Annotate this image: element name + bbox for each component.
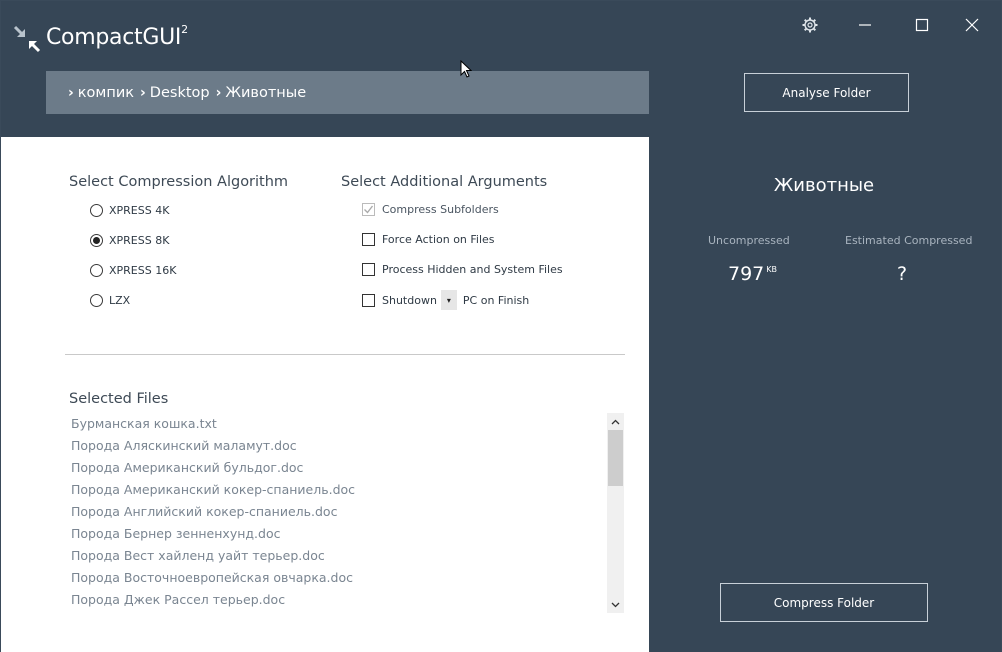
list-item[interactable]: Порода Джек Рассел терьер.doc (65, 589, 607, 611)
breadcrumb-item[interactable]: › Животные (216, 85, 307, 101)
list-item[interactable]: Порода Американский кокер-спаниель.doc (65, 479, 607, 501)
breadcrumb-item[interactable]: › Desktop (140, 85, 210, 101)
radio-label: XPRESS 4K (109, 204, 170, 217)
list-item[interactable]: Порода Американский бульдог.doc (65, 457, 607, 479)
checkbox-compress-subfolders[interactable]: Compress Subfolders (362, 203, 499, 216)
app-title-text: CompactGUI (46, 25, 182, 50)
algorithm-title: Select Compression Algorithm (69, 174, 289, 190)
close-icon (965, 18, 979, 32)
checkmark-icon (364, 205, 374, 214)
breadcrumb-item[interactable]: › компик (68, 85, 134, 101)
arguments-title: Select Additional Arguments (341, 174, 548, 190)
uncompressed-label: Uncompressed (708, 234, 790, 247)
uncompressed-unit: KB (766, 265, 777, 274)
chevron-up-icon (611, 419, 620, 424)
main-panel: Select Compression Algorithm XPRESS 4K X… (1, 137, 649, 652)
radio-label: XPRESS 16K (109, 264, 177, 277)
maximize-button[interactable] (910, 13, 934, 37)
gear-icon (802, 17, 818, 33)
minimize-icon (859, 24, 871, 26)
uncompressed-value: 797 KB (728, 263, 777, 285)
breadcrumb[interactable]: › компик › Desktop › Животные (46, 71, 649, 114)
checkbox-box[interactable] (362, 233, 375, 246)
estimated-compressed-value: ? (897, 263, 908, 285)
close-button[interactable] (960, 13, 984, 37)
radio-lzx[interactable]: LZX (90, 294, 130, 307)
radio-circle[interactable] (90, 204, 103, 217)
radio-selected-dot (93, 237, 100, 244)
settings-button[interactable] (798, 13, 822, 37)
list-item[interactable]: Порода Бернер зенненхунд.doc (65, 523, 607, 545)
checkbox-label: Compress Subfolders (382, 203, 499, 216)
shutdown-mode-dropdown[interactable]: ▾ (440, 290, 457, 310)
breadcrumb-label: Desktop (149, 84, 210, 101)
list-item[interactable]: Порода Вест хайленд уайт терьер.doc (65, 545, 607, 567)
checkbox-process-hidden[interactable]: Process Hidden and System Files (362, 263, 563, 276)
folder-name: Животные (773, 175, 875, 196)
shutdown-suffix-label: PC on Finish (462, 293, 530, 307)
radio-xpress-8k[interactable]: XPRESS 8K (90, 234, 169, 247)
selected-files-title: Selected Files (69, 391, 169, 407)
checkbox-label: Force Action on Files (382, 233, 495, 246)
chevron-down-icon (611, 602, 620, 607)
chevron-right-icon: › (68, 84, 74, 101)
analyse-folder-button[interactable]: Analyse Folder (744, 73, 909, 112)
scroll-down-button[interactable] (607, 596, 624, 613)
compress-arrows-icon (13, 25, 41, 53)
radio-xpress-4k[interactable]: XPRESS 4K (90, 204, 169, 217)
checkbox-box[interactable] (362, 203, 375, 216)
estimated-compressed-label: Estimated Compressed (845, 234, 973, 247)
file-list[interactable]: Бурманская кошка.txt Порода Аляскинский … (65, 413, 607, 613)
list-item[interactable]: Порода Восточноевропейская овчарка.doc (65, 567, 607, 589)
file-list-scrollbar[interactable] (607, 413, 624, 613)
radio-circle[interactable] (90, 234, 103, 247)
section-divider (65, 354, 625, 355)
checkbox-label: Process Hidden and System Files (382, 263, 563, 276)
radio-label: XPRESS 8K (109, 234, 170, 247)
list-item[interactable]: Порода Аляскинский маламут.doc (65, 435, 607, 457)
side-panel: Животные Uncompressed 797 KB Estimated Co… (649, 137, 1001, 652)
chevron-right-icon: › (215, 84, 222, 101)
maximize-icon (915, 18, 929, 32)
chevron-right-icon: › (140, 84, 146, 101)
checkbox-box[interactable] (362, 293, 375, 307)
breadcrumb-label: компик (77, 84, 135, 101)
checkbox-shutdown[interactable]: Shutdown ▾ PC on Finish (362, 290, 529, 310)
scroll-thumb[interactable] (608, 430, 623, 486)
app-title: CompactGUI2 (46, 23, 188, 50)
list-item[interactable]: Бурманская кошка.txt (65, 413, 607, 435)
uncompressed-number: 797 (728, 263, 765, 285)
compress-folder-button[interactable]: Compress Folder (720, 583, 928, 622)
minimize-button[interactable] (853, 13, 877, 37)
scroll-up-button[interactable] (607, 413, 624, 430)
header-bar: CompactGUI2 › компик › Desktop › Животны… (1, 1, 1001, 137)
radio-circle[interactable] (90, 264, 103, 277)
checkbox-label: Shutdown (382, 293, 437, 307)
mouse-cursor-icon (460, 60, 472, 78)
radio-label: LZX (109, 294, 131, 307)
app-title-sup: 2 (181, 23, 188, 36)
list-item[interactable]: Порода Английский кокер-спаниель.doc (65, 501, 607, 523)
radio-xpress-16k[interactable]: XPRESS 16K (90, 264, 176, 277)
checkbox-box[interactable] (362, 263, 375, 276)
dropdown-arrow-icon: ▾ (446, 295, 451, 305)
breadcrumb-label: Животные (225, 84, 307, 101)
app-window: CompactGUI2 › компик › Desktop › Животны… (0, 0, 1002, 652)
checkbox-force-action[interactable]: Force Action on Files (362, 233, 495, 246)
radio-circle[interactable] (90, 294, 103, 307)
